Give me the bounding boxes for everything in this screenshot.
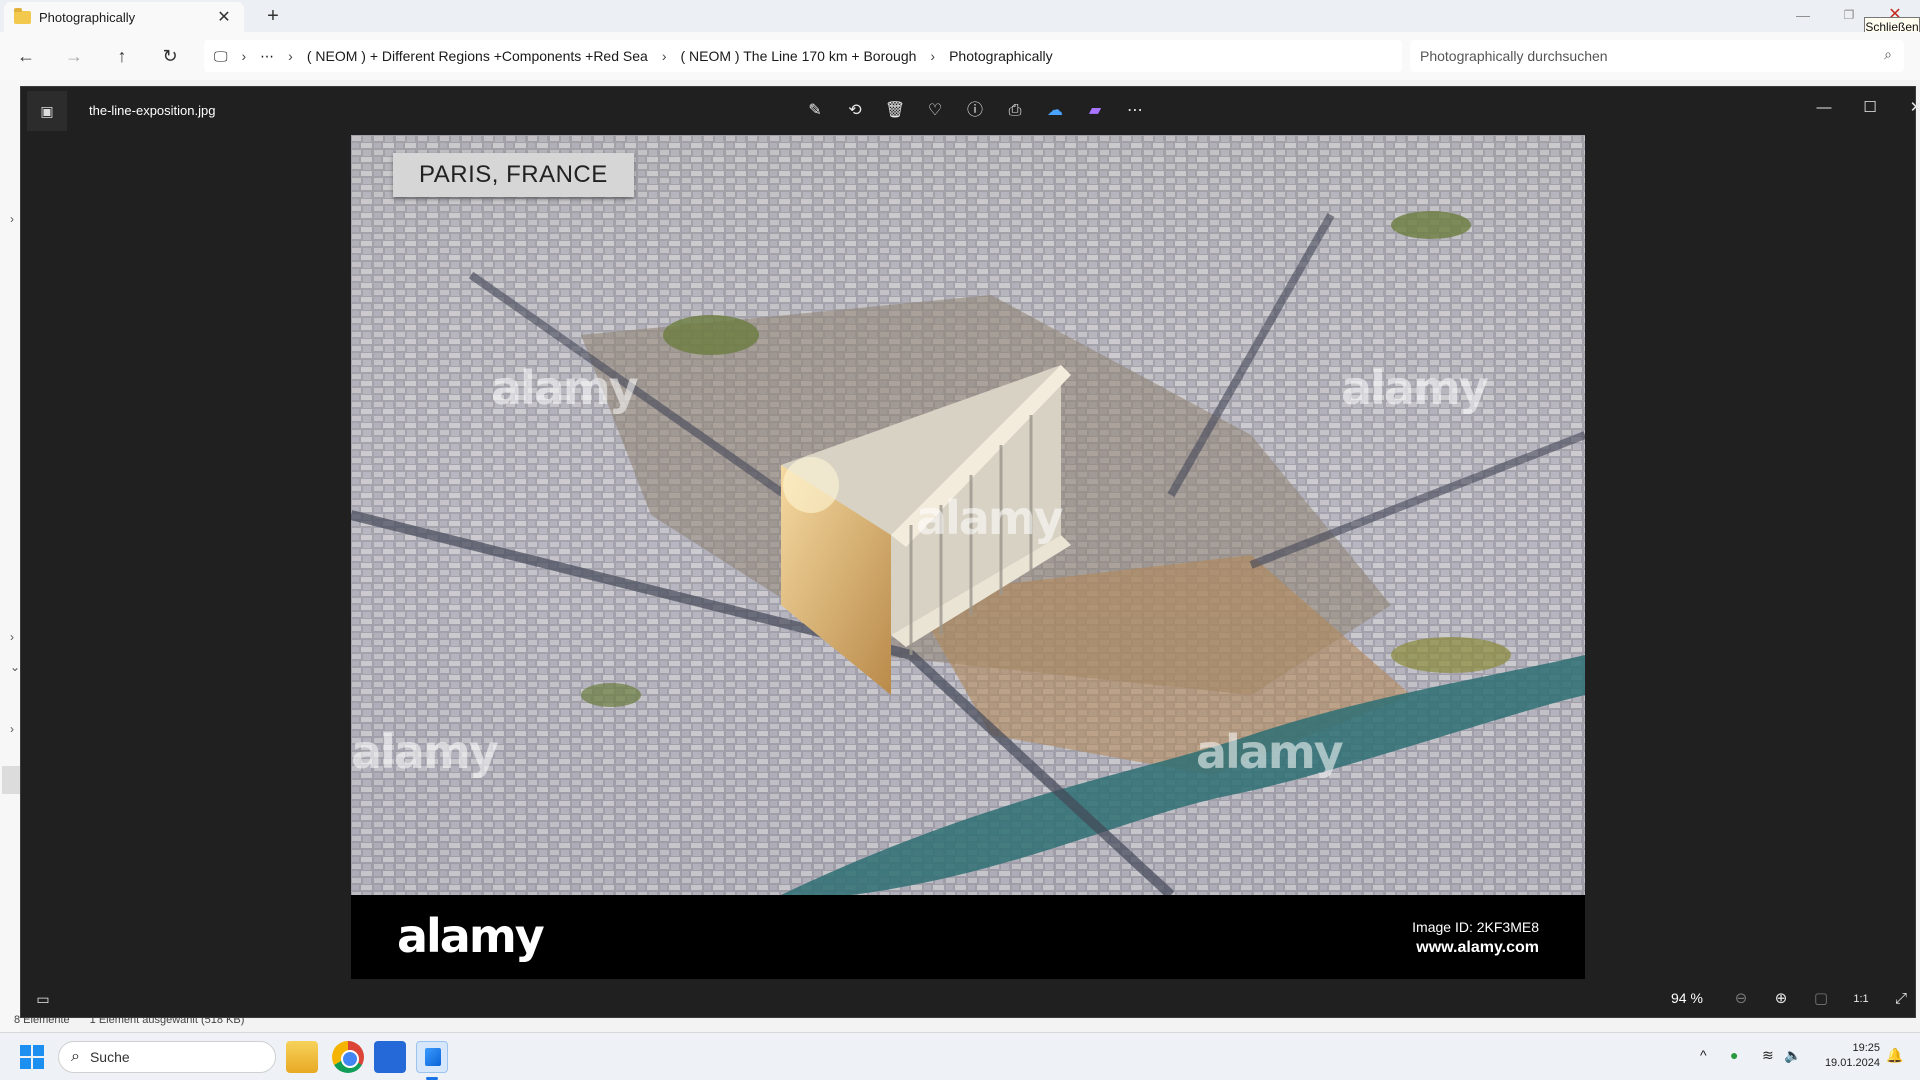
print-icon[interactable]: ⎙ xyxy=(1001,97,1029,125)
viewer-bottom-bar: ▭ 94 % ⊖ ⊕ ▢ 1:1 ⤢ xyxy=(21,979,1917,1019)
explorer-tab[interactable]: Photographically ✕ xyxy=(4,2,244,32)
nav-pane-selection[interactable] xyxy=(2,766,20,794)
zoom-level[interactable]: 94 % xyxy=(1671,990,1703,1006)
folder-icon xyxy=(14,7,31,24)
delete-icon[interactable]: 🗑 xyxy=(881,97,909,125)
clock-time: 19:25 xyxy=(1852,1042,1880,1054)
breadcrumb-separator: › xyxy=(288,48,293,64)
breadcrumb-overflow-icon[interactable]: ⋯ xyxy=(260,48,274,65)
photo-watermark: alamy xyxy=(351,725,499,779)
search-icon: ⌕ xyxy=(71,1048,80,1065)
windows-start-icon[interactable] xyxy=(20,1045,44,1069)
chevron-right-icon[interactable]: › xyxy=(10,722,14,736)
taskbar-search-box[interactable]: ⌕ Suche xyxy=(58,1041,276,1073)
chevron-up-icon[interactable]: ^ xyxy=(1700,1047,1707,1063)
viewer-toolbar: ✎ ⟲ 🗑 ♡ ⓘ ⎙ ☁ ▰ ⋯ xyxy=(801,97,1149,125)
monitor-icon[interactable]: 🖵 xyxy=(214,48,228,65)
more-options-icon[interactable]: ⋯ xyxy=(1121,97,1149,125)
breadcrumb-separator[interactable]: › xyxy=(930,48,935,64)
photos-app-icon[interactable]: ▣ xyxy=(27,91,67,131)
search-icon[interactable]: ⌕ xyxy=(1884,46,1892,63)
photo-watermark: alamy xyxy=(1196,725,1344,779)
explorer-tab-strip: Photographically ✕ + — ❐ ✕ Schließen xyxy=(0,0,1920,38)
photos-viewer-window: ▣ the-line-exposition.jpg ✎ ⟲ 🗑 ♡ ⓘ ⎙ ☁ … xyxy=(20,86,1920,1019)
forward-button[interactable]: → xyxy=(58,40,90,72)
new-tab-button[interactable]: + xyxy=(258,2,288,30)
zoom-out-icon[interactable]: ⊖ xyxy=(1727,985,1755,1013)
chrome-taskbar-icon[interactable] xyxy=(332,1041,364,1073)
photo-footer-bar: alamy Image ID: 2KF3ME8 www.alamy.com xyxy=(351,895,1585,979)
fit-to-window-icon[interactable]: ▢ xyxy=(1807,985,1835,1013)
photos-taskbar-icon[interactable] xyxy=(416,1041,448,1073)
photo-watermark: alamy xyxy=(1341,361,1489,415)
file-explorer-taskbar-icon[interactable] xyxy=(286,1041,318,1073)
displayed-photo[interactable]: PARIS, FRANCE alamy alamy alamy alamy al… xyxy=(351,135,1585,979)
photo-watermark: alamy xyxy=(916,491,1064,545)
chevron-down-icon[interactable]: ⌄ xyxy=(10,660,20,674)
onedrive-icon[interactable]: ☁ xyxy=(1041,97,1069,125)
breadcrumb-separator: › xyxy=(241,48,247,64)
tab-close-icon[interactable]: ✕ xyxy=(214,7,234,27)
fullscreen-icon[interactable]: ⤢ xyxy=(1887,985,1915,1013)
breadcrumb-item-the-line[interactable]: ( NEOM ) The Line 170 km + Borough xyxy=(680,48,916,64)
rotate-icon[interactable]: ⟲ xyxy=(841,97,869,125)
wifi-icon[interactable]: ≋ xyxy=(1762,1047,1774,1064)
explorer-tab-title: Photographically xyxy=(39,9,136,25)
folder-search-input[interactable] xyxy=(1410,40,1850,72)
microsoft-store-taskbar-icon[interactable] xyxy=(374,1041,406,1073)
photo-watermark: alamy xyxy=(491,361,639,415)
address-bar[interactable]: 🖵 › ⋯ › ( NEOM ) + Different Regions +Co… xyxy=(204,40,1402,72)
back-button[interactable]: ← xyxy=(10,40,42,72)
actual-size-icon[interactable]: 1:1 xyxy=(1847,985,1875,1013)
viewer-close-button[interactable]: ✕ xyxy=(1893,93,1920,123)
breadcrumb-item-photographically[interactable]: Photographically xyxy=(949,48,1053,64)
filmstrip-toggle-icon[interactable]: ▭ xyxy=(29,985,57,1013)
viewer-title-bar: ▣ the-line-exposition.jpg ✎ ⟲ 🗑 ♡ ⓘ ⎙ ☁ … xyxy=(21,87,1920,135)
volume-icon[interactable]: 🔈 xyxy=(1784,1047,1801,1064)
favorite-icon[interactable]: ♡ xyxy=(921,97,949,125)
explorer-minimize-button[interactable]: — xyxy=(1780,0,1826,32)
info-icon[interactable]: ⓘ xyxy=(961,97,989,125)
photo-location-caption: PARIS, FRANCE xyxy=(393,153,634,197)
zoom-in-icon[interactable]: ⊕ xyxy=(1767,985,1795,1013)
viewer-maximize-button[interactable]: ☐ xyxy=(1847,93,1893,123)
breadcrumb-item-regions[interactable]: ( NEOM ) + Different Regions +Components… xyxy=(307,48,648,64)
clipchamp-icon[interactable]: ▰ xyxy=(1081,97,1109,125)
up-button[interactable]: ↑ xyxy=(106,40,138,72)
folder-search-box[interactable]: ⌕ xyxy=(1410,40,1904,72)
refresh-button[interactable]: ↻ xyxy=(154,40,186,72)
alamy-logo: alamy xyxy=(397,909,545,963)
viewer-minimize-button[interactable]: — xyxy=(1801,93,1847,123)
taskbar-clock[interactable]: 19:25 19.01.2024 xyxy=(1814,1041,1880,1071)
notification-bell-icon[interactable]: 🔔 xyxy=(1886,1047,1903,1064)
chevron-right-icon[interactable]: › xyxy=(10,630,14,644)
photo-site-url: www.alamy.com xyxy=(1416,939,1539,956)
clock-date: 19.01.2024 xyxy=(1824,1057,1880,1069)
security-icon[interactable]: ● xyxy=(1730,1047,1738,1063)
taskbar-search-placeholder: Suche xyxy=(89,1049,130,1065)
chevron-right-icon[interactable]: › xyxy=(10,212,14,226)
viewer-filename: the-line-exposition.jpg xyxy=(89,103,216,118)
photo-image-id: Image ID: 2KF3ME8 xyxy=(1412,919,1539,935)
windows-taskbar: ⌕ Suche ^ ● ≋ 🔈 19:25 19.01.2024 🔔 xyxy=(0,1032,1920,1080)
edit-image-icon[interactable]: ✎ xyxy=(801,97,829,125)
explorer-navigation-bar: ← → ↑ ↻ 🖵 › ⋯ › ( NEOM ) + Different Reg… xyxy=(0,32,1920,80)
explorer-nav-pane: › › ⌄ › xyxy=(0,80,20,1040)
breadcrumb-separator[interactable]: › xyxy=(662,48,667,64)
